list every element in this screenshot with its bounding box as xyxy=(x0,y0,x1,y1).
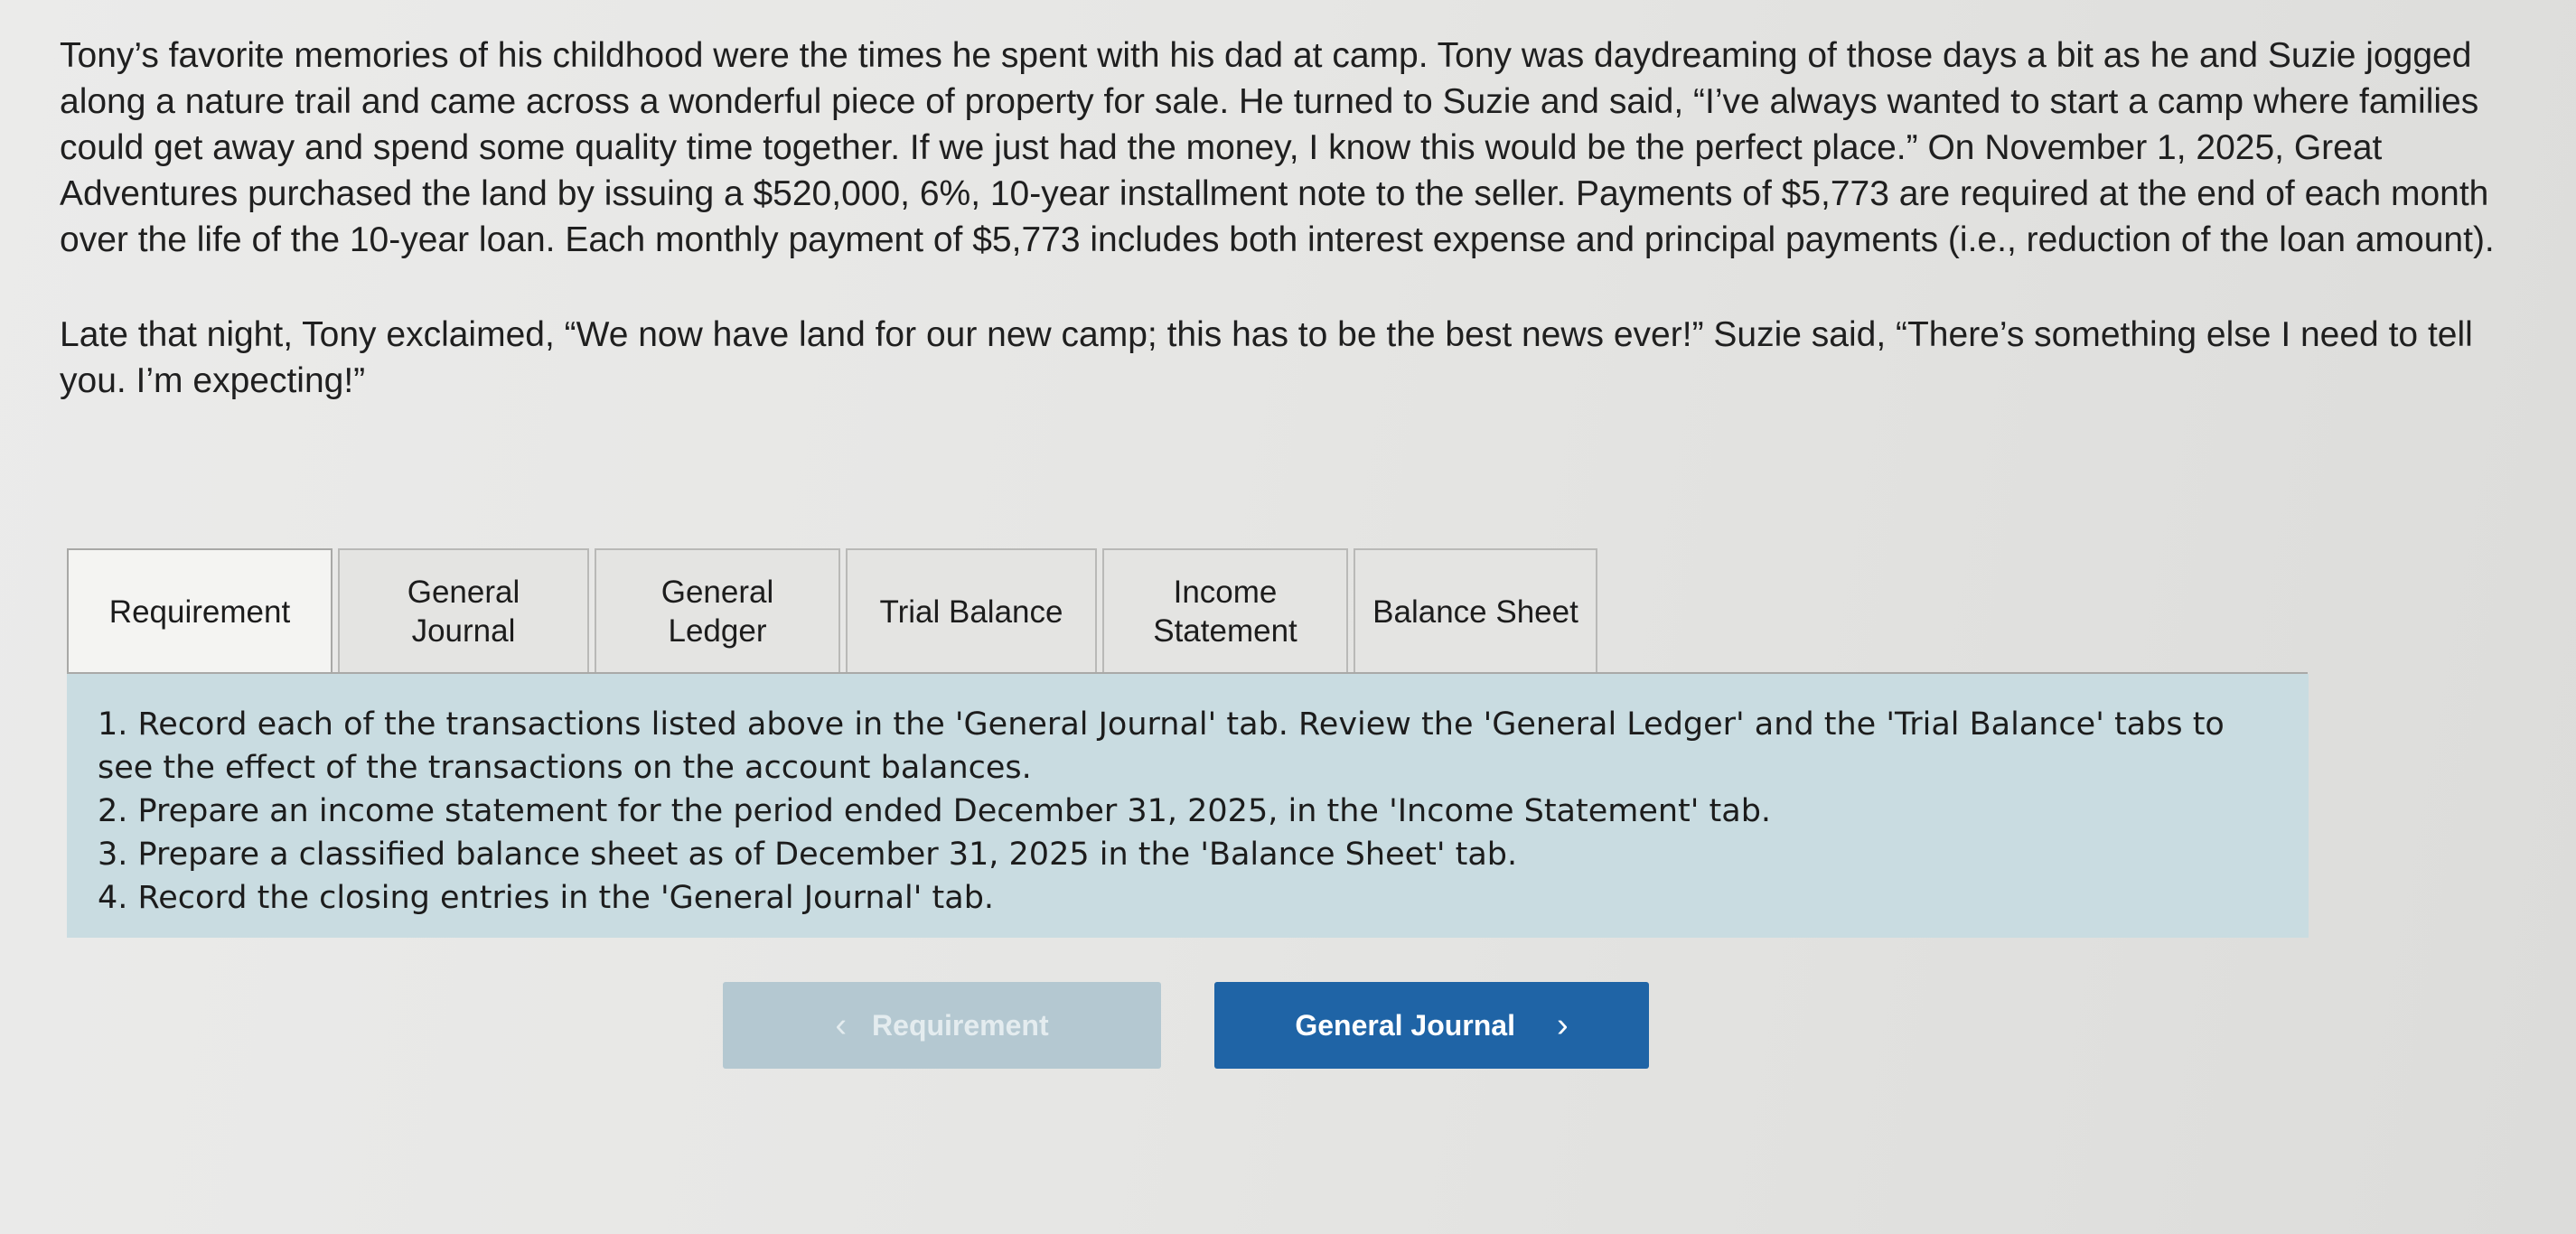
requirement-item-2: 2. Prepare an income statement for the p… xyxy=(98,793,1772,829)
tab-trial-balance[interactable]: Trial Balance xyxy=(846,548,1097,673)
chevron-left-icon: ‹ xyxy=(835,1005,848,1044)
requirements-list: 1. Record each of the transactions liste… xyxy=(98,703,2278,920)
requirement-item-4: 4. Record the closing entries in the 'Ge… xyxy=(98,880,995,916)
problem-statement: Tony’s favorite memories of his childhoo… xyxy=(60,33,2535,453)
tab-general-journal[interactable]: General Journal xyxy=(338,548,589,673)
previous-button[interactable]: ‹ Requirement xyxy=(723,982,1161,1069)
tab-general-ledger[interactable]: General Ledger xyxy=(595,548,840,673)
previous-button-label: Requirement xyxy=(872,1008,1049,1042)
requirements-panel: 1. Record each of the transactions liste… xyxy=(67,674,2309,938)
tab-bar: Requirement General Journal General Ledg… xyxy=(67,548,1597,673)
tab-income-statement[interactable]: Income Statement xyxy=(1102,548,1348,673)
requirement-item-1: 1. Record each of the transactions liste… xyxy=(98,706,2225,786)
requirement-item-3: 3. Prepare a classified balance sheet as… xyxy=(98,837,1518,873)
tab-balance-sheet[interactable]: Balance Sheet xyxy=(1354,548,1597,673)
problem-paragraph-2: Late that night, Tony exclaimed, “We now… xyxy=(60,315,2473,400)
next-button[interactable]: General Journal › xyxy=(1214,982,1649,1069)
next-button-label: General Journal xyxy=(1295,1008,1515,1042)
tab-requirement[interactable]: Requirement xyxy=(67,548,333,673)
chevron-right-icon: › xyxy=(1556,1005,1569,1044)
problem-paragraph-1: Tony’s favorite memories of his childhoo… xyxy=(60,36,2495,259)
